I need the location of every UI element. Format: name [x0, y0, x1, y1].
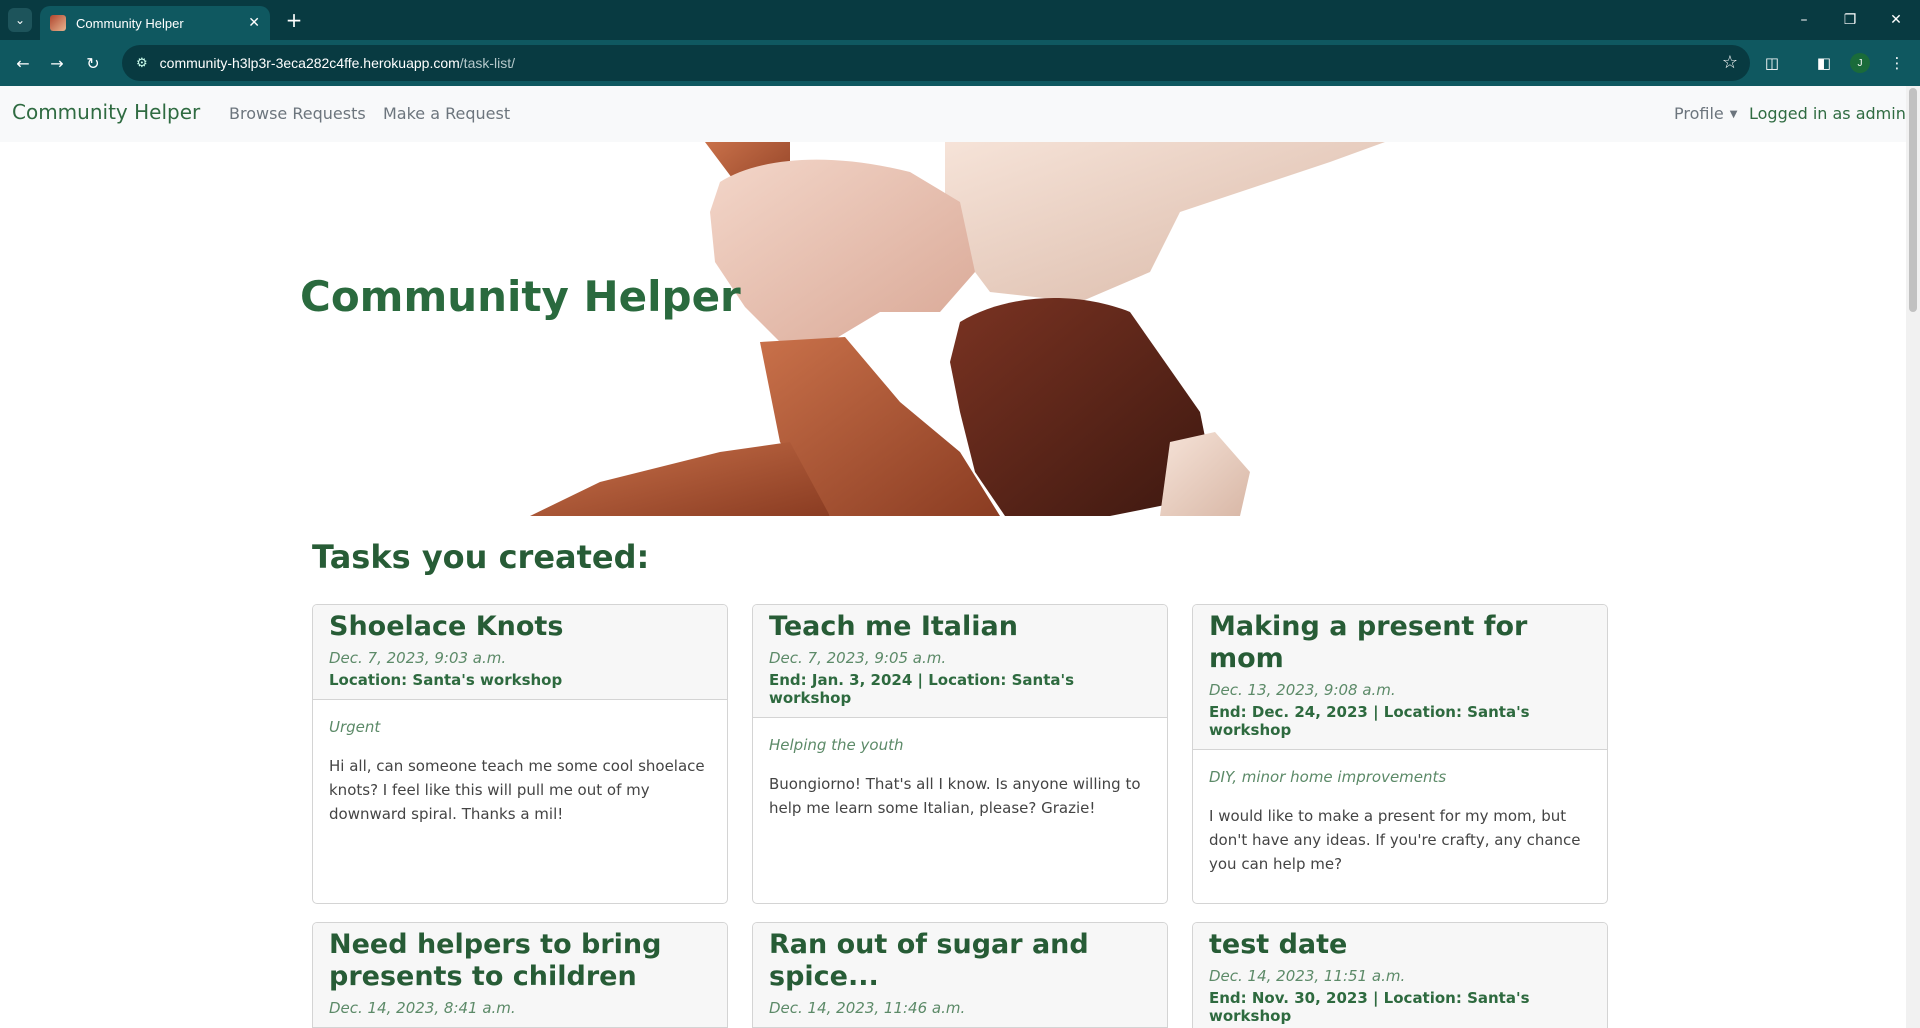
task-category: Urgent [329, 718, 381, 736]
hero-title: Community Helper [300, 272, 741, 321]
task-date: Dec. 13, 2023, 9:08 a.m. [1209, 681, 1396, 699]
task-date: Dec. 14, 2023, 8:41 a.m. [329, 999, 516, 1017]
task-card[interactable]: Shoelace Knots Dec. 7, 2023, 9:03 a.m. L… [312, 604, 728, 904]
task-date: Dec. 14, 2023, 11:51 a.m. [1209, 967, 1406, 985]
task-date: Dec. 7, 2023, 9:05 a.m. [769, 649, 947, 667]
browser-tab-bar: ⌄ Community Helper ✕ + – ❐ ✕ [0, 0, 1920, 40]
new-tab-plus-icon[interactable]: + [282, 8, 306, 32]
scrollbar-thumb[interactable] [1909, 88, 1917, 312]
task-card-header: Shoelace Knots Dec. 7, 2023, 9:03 a.m. L… [313, 605, 727, 700]
task-card-header: Ran out of sugar and spice... Dec. 14, 2… [753, 923, 1167, 1028]
close-tab-icon[interactable]: ✕ [248, 15, 260, 31]
forward-arrow-icon[interactable]: → [46, 52, 68, 74]
minimize-icon[interactable]: – [1792, 8, 1816, 32]
task-title[interactable]: test date [1209, 929, 1591, 961]
profile-dropdown[interactable]: Profile ▼ [1674, 104, 1737, 123]
task-card[interactable]: test date Dec. 14, 2023, 11:51 a.m. End:… [1192, 922, 1608, 1028]
address-bar[interactable]: ⚙ community-h3lp3r-3eca282c4ffe.herokuap… [122, 45, 1750, 81]
task-card[interactable]: Teach me Italian Dec. 7, 2023, 9:05 a.m.… [752, 604, 1168, 904]
nav-link-browse-requests[interactable]: Browse Requests [229, 104, 366, 123]
hero-banner: Community Helper [0, 142, 1906, 516]
browser-toolbar: ← → ↻ ⚙ community-h3lp3r-3eca282c4ffe.he… [0, 40, 1920, 86]
task-title[interactable]: Teach me Italian [769, 611, 1151, 643]
task-card-body: Urgent Hi all, can someone teach me some… [313, 700, 727, 844]
site-settings-icon[interactable]: ⚙ [136, 56, 148, 71]
profile-avatar[interactable]: J [1850, 53, 1870, 73]
task-title[interactable]: Making a present for mom [1209, 611, 1591, 675]
task-category: Helping the youth [769, 736, 904, 754]
favicon-icon [50, 15, 66, 31]
task-title[interactable]: Ran out of sugar and spice... [769, 929, 1151, 993]
task-date: Dec. 7, 2023, 9:03 a.m. [329, 649, 507, 667]
page-viewport: Community Helper Browse Requests Make a … [0, 86, 1920, 1028]
task-meta: End: Nov. 30, 2023 | Location: Santa's w… [1209, 989, 1530, 1025]
tab-list-chevron-icon[interactable]: ⌄ [8, 8, 32, 32]
task-title[interactable]: Need helpers to bring presents to childr… [329, 929, 711, 993]
section-title: Tasks you created: [312, 538, 650, 576]
nav-link-make-request[interactable]: Make a Request [383, 104, 510, 123]
task-meta: End: Jan. 3, 2024 | Location: Santa's wo… [769, 671, 1075, 707]
task-card-body: Helping the youth Buongiorno! That's all… [753, 718, 1167, 838]
task-card-header: Need helpers to bring presents to childr… [313, 923, 727, 1028]
window-close-icon[interactable]: ✕ [1884, 8, 1908, 32]
task-card[interactable]: Making a present for mom Dec. 13, 2023, … [1192, 604, 1608, 904]
task-description: Hi all, can someone teach me some cool s… [329, 757, 705, 823]
caret-down-icon: ▼ [1729, 109, 1738, 120]
logged-in-status: Logged in as admin [1749, 104, 1906, 123]
extensions-icon[interactable]: ◫ [1761, 52, 1783, 74]
restore-icon[interactable]: ❐ [1838, 8, 1862, 32]
site-navbar: Community Helper Browse Requests Make a … [0, 86, 1906, 142]
task-title[interactable]: Shoelace Knots [329, 611, 711, 643]
task-description: I would like to make a present for my mo… [1209, 807, 1581, 873]
page-scrollbar[interactable] [1906, 86, 1920, 1028]
bookmark-star-icon[interactable]: ☆ [1722, 52, 1738, 73]
task-card-header: test date Dec. 14, 2023, 11:51 a.m. End:… [1193, 923, 1607, 1028]
task-date: Dec. 14, 2023, 11:46 a.m. [769, 999, 966, 1017]
task-card-header: Making a present for mom Dec. 13, 2023, … [1193, 605, 1607, 750]
navbar-brand[interactable]: Community Helper [12, 100, 200, 124]
profile-label: Profile [1674, 104, 1724, 123]
task-category: DIY, minor home improvements [1209, 768, 1447, 786]
task-card-body: DIY, minor home improvements I would lik… [1193, 750, 1607, 894]
more-menu-icon[interactable]: ⋮ [1886, 52, 1908, 74]
tab-title: Community Helper [76, 15, 184, 31]
url-host: community-h3lp3r-3eca282c4ffe.herokuapp.… [159, 55, 460, 71]
back-arrow-icon[interactable]: ← [12, 52, 34, 74]
task-card[interactable]: Ran out of sugar and spice... Dec. 14, 2… [752, 922, 1168, 1028]
task-description: Buongiorno! That's all I know. Is anyone… [769, 775, 1141, 817]
url-path: /task-list/ [459, 55, 516, 71]
side-panel-icon[interactable]: ◧ [1813, 52, 1835, 74]
task-meta: End: Dec. 24, 2023 | Location: Santa's w… [1209, 703, 1530, 739]
browser-tab[interactable]: Community Helper ✕ [40, 6, 270, 40]
task-meta: Location: Santa's workshop [329, 671, 563, 689]
reload-icon[interactable]: ↻ [82, 52, 104, 74]
hands-image [530, 142, 1385, 516]
task-card-header: Teach me Italian Dec. 7, 2023, 9:05 a.m.… [753, 605, 1167, 718]
task-card[interactable]: Need helpers to bring presents to childr… [312, 922, 728, 1028]
